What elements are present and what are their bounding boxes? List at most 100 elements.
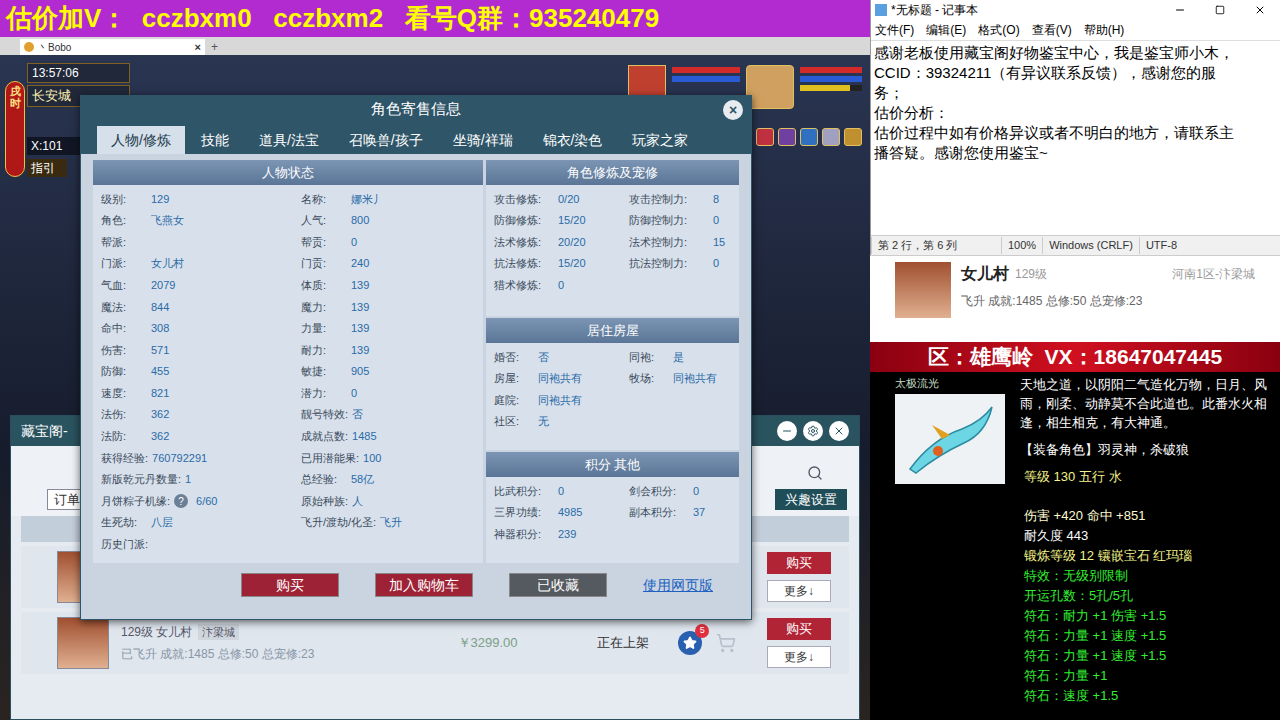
info-value: 239 bbox=[558, 526, 576, 543]
info-value: 844 bbox=[151, 299, 169, 316]
dialog-tab[interactable]: 召唤兽/孩子 bbox=[335, 126, 437, 154]
dialog-tab[interactable]: 道具/法宝 bbox=[245, 126, 333, 154]
interest-button[interactable]: 兴趣设置 bbox=[775, 489, 847, 511]
role-avatar bbox=[57, 617, 109, 669]
dialog-buttons: 购买 加入购物车 已收藏 使用网页版 bbox=[81, 563, 751, 597]
info-value: 同袍共有 bbox=[538, 392, 582, 409]
info-cell: 已用潜能果:100 bbox=[301, 450, 475, 467]
hud-button-icon[interactable] bbox=[822, 128, 840, 146]
status-panel: 人物状态级别:129名称:娜米丿角色:飞燕女人气:800帮派:帮贡:0门派:女儿… bbox=[93, 160, 483, 563]
info-row: 法防:362成就点数:1485 bbox=[93, 426, 483, 448]
favorite-button[interactable]: 5 bbox=[678, 631, 702, 655]
info-label: 防御: bbox=[101, 363, 147, 380]
new-tab-button[interactable]: + bbox=[211, 39, 218, 55]
info-cell: 级别:129 bbox=[101, 191, 301, 208]
info-cell: 副本积分:37 bbox=[629, 504, 731, 521]
more-button[interactable]: 更多↓ bbox=[767, 580, 831, 602]
info-value: 821 bbox=[151, 385, 169, 402]
info-label: 历史门派: bbox=[101, 536, 148, 553]
maximize-icon[interactable] bbox=[1200, 5, 1240, 15]
info-label: 级别: bbox=[101, 191, 147, 208]
dialog-tab[interactable]: 技能 bbox=[187, 126, 243, 154]
dialog-tab[interactable]: 锦衣/染色 bbox=[529, 126, 617, 154]
info-value: 362 bbox=[151, 428, 169, 445]
pet-portrait[interactable] bbox=[628, 65, 666, 99]
browser-tab[interactable]: 丶Bobo× bbox=[20, 39, 205, 55]
status-field: Windows (CRLF) bbox=[1042, 237, 1139, 254]
listing-title: 129级 女儿村 bbox=[121, 623, 192, 641]
tab-close-button[interactable]: × bbox=[195, 39, 201, 56]
cart-icon[interactable] bbox=[716, 633, 736, 653]
close-icon[interactable] bbox=[1240, 4, 1280, 16]
player-portrait[interactable] bbox=[746, 65, 794, 109]
info-cell: 三界功绩:4985 bbox=[494, 504, 629, 521]
notepad-text[interactable]: 感谢老板使用藏宝阁好物鉴宝中心，我是鉴宝师小木，CCID：39324211（有异… bbox=[871, 40, 1280, 235]
server-tag: 汴梁城 bbox=[198, 624, 239, 641]
hud-button-icon[interactable] bbox=[800, 128, 818, 146]
menu-item[interactable]: 帮助(H) bbox=[1084, 21, 1125, 39]
info-value: 八层 bbox=[151, 514, 173, 531]
score-panel: 积分 其他比武积分:0剑会积分:0三界功绩:4985副本积分:37神器积分:23… bbox=[486, 452, 739, 563]
hud-bar bbox=[800, 76, 862, 82]
menu-item[interactable]: 格式(O) bbox=[978, 21, 1019, 39]
help-icon[interactable]: ? bbox=[174, 494, 188, 508]
dialog-close-button[interactable]: × bbox=[723, 100, 743, 120]
guide-button[interactable]: 指引 bbox=[27, 159, 67, 177]
info-value: 1485 bbox=[352, 428, 376, 445]
status-field: UTF-8 bbox=[1139, 237, 1183, 254]
hud-button-icon[interactable] bbox=[756, 128, 774, 146]
hud-button-icon[interactable] bbox=[778, 128, 796, 146]
buy-button[interactable]: 购买 bbox=[767, 552, 831, 574]
settings-icon[interactable] bbox=[803, 421, 823, 441]
info-value: 800 bbox=[351, 212, 369, 229]
info-label: 耐力: bbox=[301, 342, 347, 359]
info-row: 房屋:同袍共有牧场:同袍共有 bbox=[486, 368, 739, 390]
info-cell: 帮派: bbox=[101, 234, 301, 251]
info-cell: 神器积分:239 bbox=[494, 526, 629, 543]
info-cell: 法术控制力:15 bbox=[629, 234, 731, 251]
info-label: 角色: bbox=[101, 212, 147, 229]
status-field: 第 2 行，第 6 列 bbox=[871, 237, 1001, 254]
menu-item[interactable]: 查看(V) bbox=[1032, 21, 1072, 39]
info-value: 37 bbox=[693, 504, 705, 521]
info-value: 同袍共有 bbox=[673, 370, 717, 387]
info-cell: 剑会积分:0 bbox=[629, 483, 731, 500]
dialog-button[interactable]: 已收藏 bbox=[509, 573, 607, 597]
web-version-link[interactable]: 使用网页版 bbox=[643, 575, 713, 596]
info-value: 8 bbox=[713, 191, 719, 208]
menu-item[interactable]: 编辑(E) bbox=[926, 21, 966, 39]
info-label: 魔法: bbox=[101, 299, 147, 316]
info-cell: 门贡:240 bbox=[301, 255, 475, 272]
minimize-icon[interactable] bbox=[1160, 4, 1200, 16]
listing-row[interactable]: 129级 女儿村汴梁城已飞升 成就:1485 总修:50 总宠修:23￥3299… bbox=[21, 612, 849, 674]
dialog-tab[interactable]: 坐骑/祥瑞 bbox=[439, 126, 527, 154]
game-time: 13:57:06 bbox=[27, 63, 130, 83]
item-name: 太极流光 bbox=[895, 375, 1020, 392]
info-cell: 魔法:844 bbox=[101, 299, 301, 316]
hud-button-icon[interactable] bbox=[844, 128, 862, 146]
dialog-tab[interactable]: 人物/修炼 bbox=[97, 126, 185, 154]
info-value: 760792291 bbox=[152, 450, 207, 467]
info-value: 139 bbox=[351, 320, 369, 337]
info-label: 原始种族: bbox=[301, 493, 348, 510]
card-info: 飞升 成就:1485 总修:50 总宠修:23 bbox=[961, 292, 1255, 310]
close-icon[interactable] bbox=[829, 421, 849, 441]
item-equip: 【装备角色】羽灵神，杀破狼 bbox=[1020, 440, 1272, 459]
listing-price: ￥3299.00 bbox=[458, 633, 586, 653]
menu-item[interactable]: 文件(F) bbox=[875, 21, 914, 39]
more-button[interactable]: 更多↓ bbox=[767, 646, 831, 668]
dialog-button[interactable]: 购买 bbox=[241, 573, 339, 597]
listing-card: 女儿村129级河南1区-汴梁城飞升 成就:1485 总修:50 总宠修:23 bbox=[870, 255, 1280, 342]
section-header: 人物状态 bbox=[93, 160, 483, 185]
info-label: 门贡: bbox=[301, 255, 347, 272]
dialog-title-bar: 角色寄售信息× bbox=[81, 96, 751, 122]
info-label: 庭院: bbox=[494, 392, 534, 409]
minimize-icon[interactable] bbox=[777, 421, 797, 441]
info-value: 2079 bbox=[151, 277, 175, 294]
info-value: 0 bbox=[351, 385, 357, 402]
dialog-tab[interactable]: 玩家之家 bbox=[618, 126, 702, 154]
buy-button[interactable]: 购买 bbox=[767, 618, 831, 640]
search-icon[interactable] bbox=[807, 465, 823, 481]
dialog-button[interactable]: 加入购物车 bbox=[375, 573, 473, 597]
info-cell: 社区:无 bbox=[494, 413, 629, 430]
